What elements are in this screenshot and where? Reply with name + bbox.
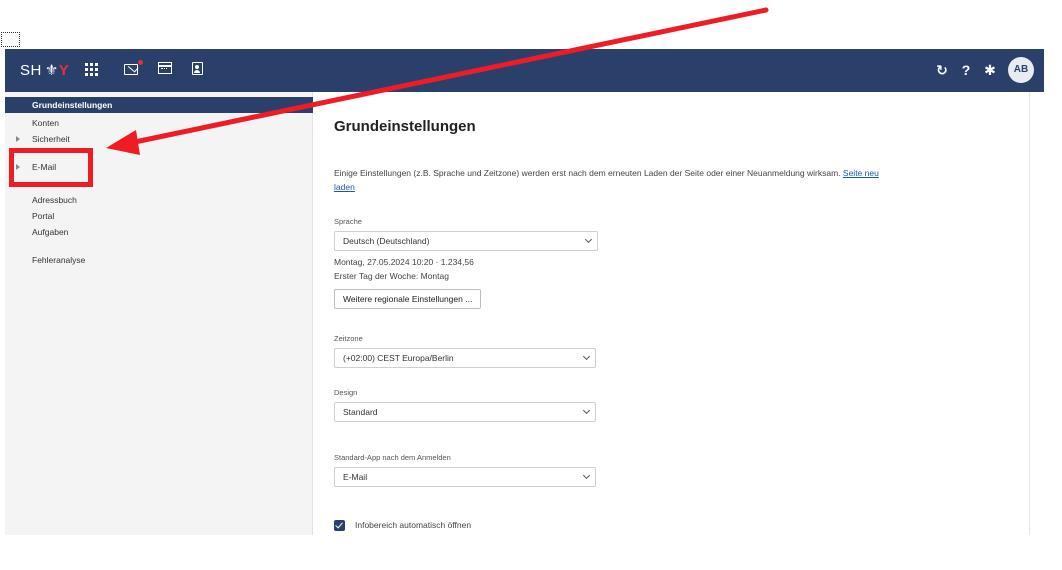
chevron-down-icon [584, 235, 593, 244]
help-icon[interactable]: ? [958, 62, 974, 78]
timezone-select-value: (+02:00) CEST Europa/Berlin [343, 353, 454, 363]
calendar-icon[interactable] [158, 62, 172, 74]
reload-note: Einige Einstellungen (z.B. Sprache und Z… [334, 166, 894, 194]
sidebar-item-label: Sicherheit [32, 134, 70, 144]
language-label: Sprache [334, 217, 362, 226]
address-book-icon[interactable] [192, 62, 203, 75]
infobox-auto-open-checkbox[interactable] [334, 520, 345, 531]
locale-preview: Montag, 27.05.2024 10:20 · 1.234,56 [334, 257, 474, 267]
page-title: Grundeinstellungen [334, 118, 476, 135]
language-select-value: Deutsch (Deutschland) [343, 236, 430, 246]
timezone-label: Zeitzone [334, 334, 363, 343]
sidebar-item-aufgaben[interactable]: Aufgaben [5, 224, 313, 240]
design-select[interactable]: Standard [334, 402, 596, 422]
design-select-value: Standard [343, 407, 378, 417]
settings-main-panel: Grundeinstellungen Einige Einstellungen … [313, 92, 1029, 535]
panel-divider [1029, 92, 1030, 535]
focus-indicator [1, 32, 20, 47]
brand-logo[interactable]: SH ⚜Y [20, 61, 69, 79]
default-app-select[interactable]: E-Mail [334, 467, 596, 487]
first-day-of-week: Erster Tag der Woche: Montag [334, 271, 449, 281]
apps-grid-icon[interactable] [85, 62, 99, 76]
top-navigation-bar: SH ⚜Y ↻ ? ✱ AB [5, 49, 1044, 92]
default-app-label: Standard-App nach dem Anmelden [334, 453, 451, 462]
more-regional-settings-button[interactable]: Weitere regionale Einstellungen ... [334, 289, 482, 309]
chevron-down-icon [582, 352, 591, 361]
refresh-icon[interactable]: ↻ [934, 62, 950, 78]
sidebar-item-portal[interactable]: Portal [5, 208, 313, 224]
timezone-select[interactable]: (+02:00) CEST Europa/Berlin [334, 348, 596, 368]
annotation-highlight-box [9, 148, 93, 187]
reload-note-text: Einige Einstellungen (z.B. Sprache und Z… [334, 168, 841, 178]
brand-text: SH [20, 62, 42, 79]
expand-caret-icon[interactable] [16, 136, 20, 142]
coat-of-arms-icon: ⚜Y [44, 62, 70, 79]
infobox-auto-open-label[interactable]: Infobereich automatisch öffnen [355, 520, 471, 530]
sidebar-item-grundeinstellungen[interactable]: Grundeinstellungen [5, 97, 313, 113]
mail-icon[interactable] [124, 64, 138, 75]
sidebar-item-konten[interactable]: Konten [5, 115, 313, 131]
sidebar-item-fehleranalyse[interactable]: Fehleranalyse [5, 252, 313, 268]
gear-icon[interactable]: ✱ [982, 62, 998, 78]
mail-notification-dot [138, 60, 143, 65]
design-label: Design [334, 388, 358, 397]
language-select[interactable]: Deutsch (Deutschland) [334, 231, 598, 251]
chevron-down-icon [582, 406, 591, 415]
avatar[interactable]: AB [1008, 57, 1034, 83]
sidebar-item-adressbuch[interactable]: Adressbuch [5, 192, 313, 208]
sidebar-item-sicherheit[interactable]: Sicherheit [5, 131, 313, 147]
topbar-right-actions: ↻ ? ✱ AB [934, 57, 1034, 83]
chevron-down-icon [582, 471, 591, 480]
default-app-select-value: E-Mail [343, 472, 368, 482]
